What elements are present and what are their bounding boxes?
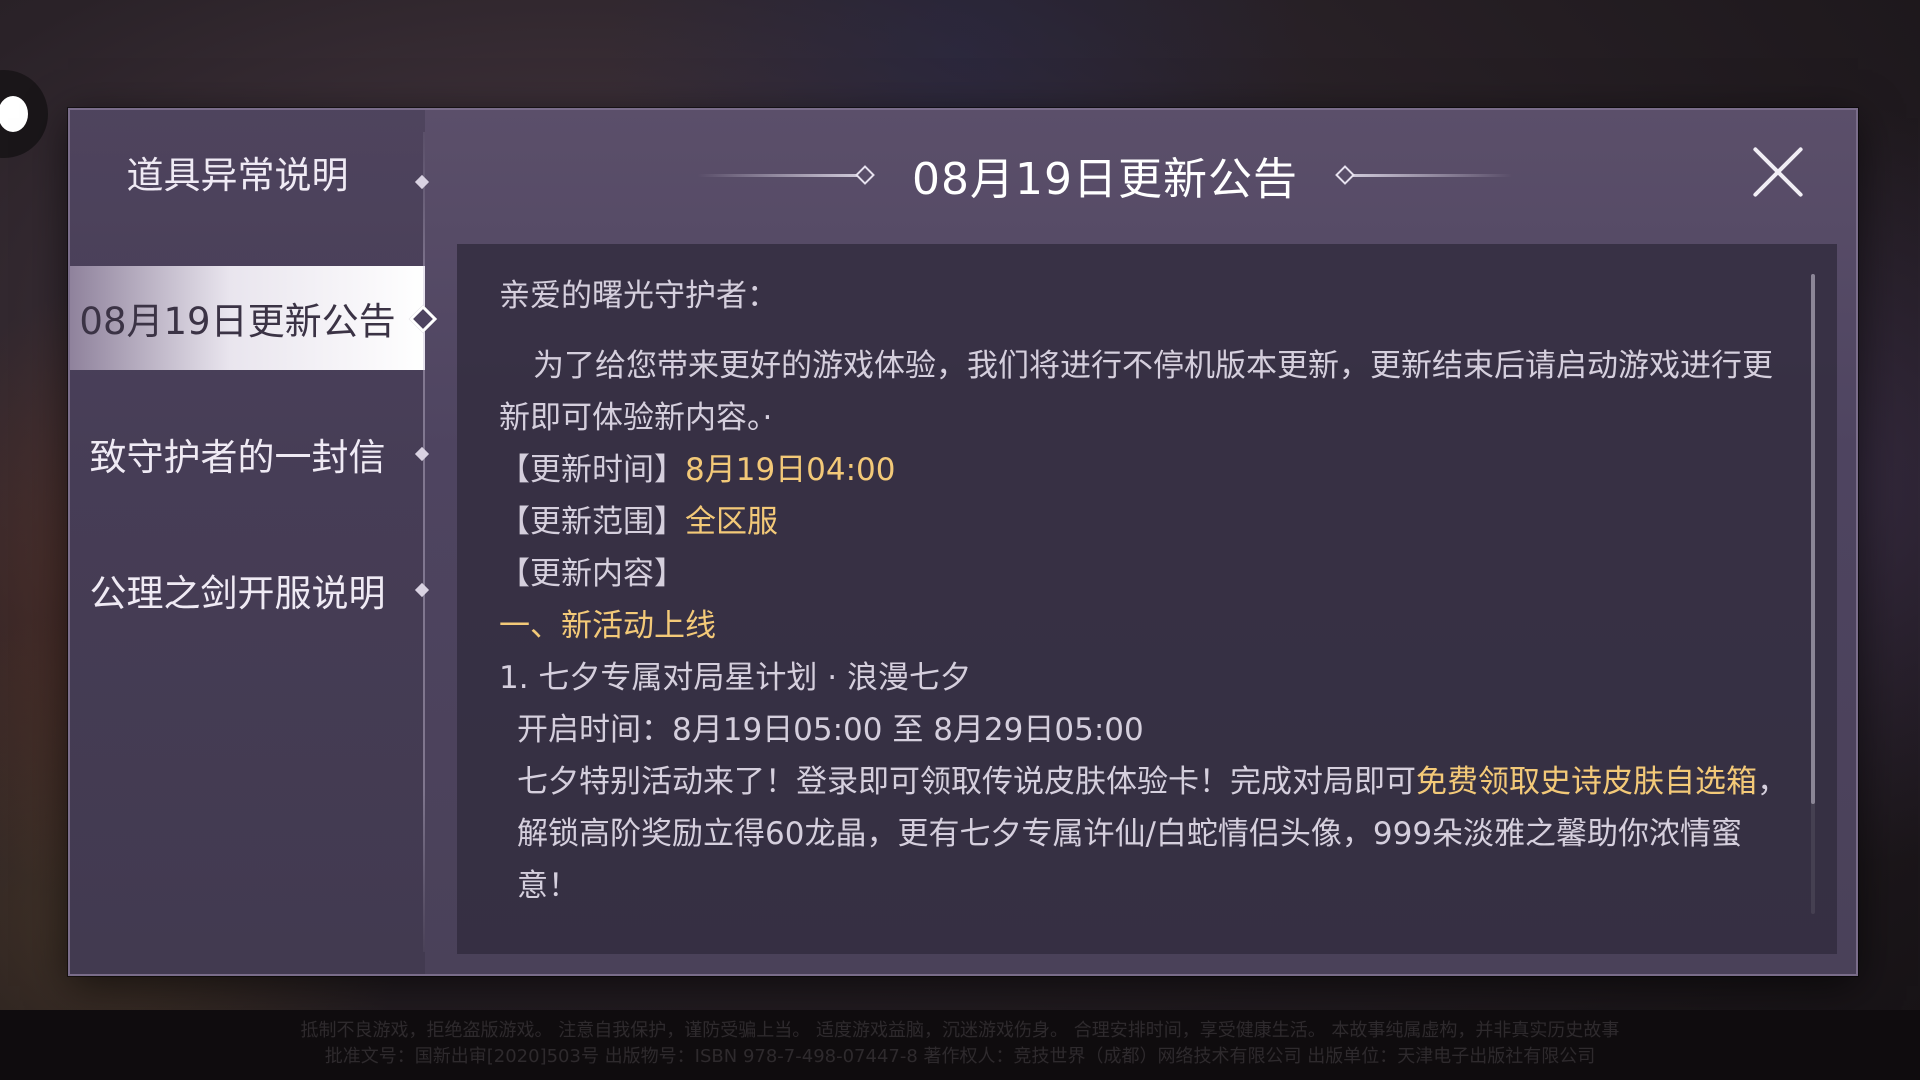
footer-line-1: 抵制不良游戏，拒绝盗版游戏。 注意自我保护，谨防受骗上当。 适度游戏益脑，沉迷游… [300, 1020, 1620, 1041]
update-scope-label: 【更新范围】 [499, 504, 685, 540]
update-time-row: 【更新时间】8月19日04:00 [499, 444, 1789, 496]
announcement-modal: 道具异常说明 08月19日更新公告 致守护者的一封信 公理之剑开服说明 08月1… [68, 108, 1858, 976]
sidebar-item-update-0819[interactable]: 08月19日更新公告 [70, 266, 425, 370]
announcement-sidebar: 道具异常说明 08月19日更新公告 致守护者的一封信 公理之剑开服说明 [70, 110, 425, 974]
update-scope-row: 【更新范围】全区服 [499, 496, 1789, 548]
item-description: 七夕特别活动来了！登录即可领取传说皮肤体验卡！完成对局即可免费领取史诗皮肤自选箱… [499, 756, 1789, 912]
modal-header: 08月19日更新公告 [425, 110, 1785, 240]
intro-text: 为了给您带来更好的游戏体验，我们将进行不停机版本更新，更新结束后请启动游戏进行更… [499, 348, 1773, 436]
sidebar-item-letter[interactable]: 致守护者的一封信 [70, 402, 425, 506]
item-time: 开启时间：8月19日05:00 至 8月29日05:00 [517, 712, 1144, 748]
close-icon[interactable] [1750, 144, 1806, 200]
announcement-body: 亲爱的曙光守护者： 为了给您带来更好的游戏体验，我们将进行不停机版本更新，更新结… [499, 270, 1789, 912]
health-notice-footer: 抵制不良游戏，拒绝盗版游戏。 注意自我保护，谨防受骗上当。 适度游戏益脑，沉迷游… [0, 1010, 1920, 1080]
title-ornament-left-icon [698, 165, 875, 185]
title-ornament-right-icon [1335, 165, 1512, 185]
sidebar-item-label: 致守护者的一封信 [89, 436, 386, 479]
update-time-value: 8月19日04:00 [685, 452, 896, 488]
page-title: 08月19日更新公告 [912, 154, 1298, 205]
greeting-text: 亲爱的曙光守护者： [499, 278, 778, 314]
scrollbar-thumb[interactable] [1811, 274, 1815, 804]
sidebar-item-item-anomaly[interactable]: 道具异常说明 [70, 120, 425, 224]
section-title: 一、新活动上线 [499, 608, 716, 644]
announcement-content-panel[interactable]: 亲爱的曙光守护者： 为了给您带来更好的游戏体验，我们将进行不停机版本更新，更新结… [457, 244, 1837, 954]
update-scope-value: 全区服 [685, 504, 778, 540]
item-desc-highlight: 免费领取史诗皮肤自选箱 [1416, 764, 1757, 800]
sidebar-item-label: 道具异常说明 [126, 154, 349, 197]
sidebar-item-server-open[interactable]: 公理之剑开服说明 [70, 538, 425, 642]
sidebar-item-label: 公理之剑开服说明 [89, 572, 386, 615]
item-title: 1. 七夕专属对局星计划 · 浪漫七夕 [499, 660, 971, 696]
sidebar-divider [423, 132, 425, 952]
update-time-label: 【更新时间】 [499, 452, 685, 488]
footer-line-2: 批准文号：国新出审[2020]503号 出版物号：ISBN 978-7-498-… [324, 1046, 1596, 1067]
sidebar-item-label: 08月19日更新公告 [79, 300, 396, 343]
item-desc-part-a: 七夕特别活动来了！登录即可领取传说皮肤体验卡！完成对局即可 [517, 764, 1416, 800]
update-content-label: 【更新内容】 [499, 556, 685, 592]
